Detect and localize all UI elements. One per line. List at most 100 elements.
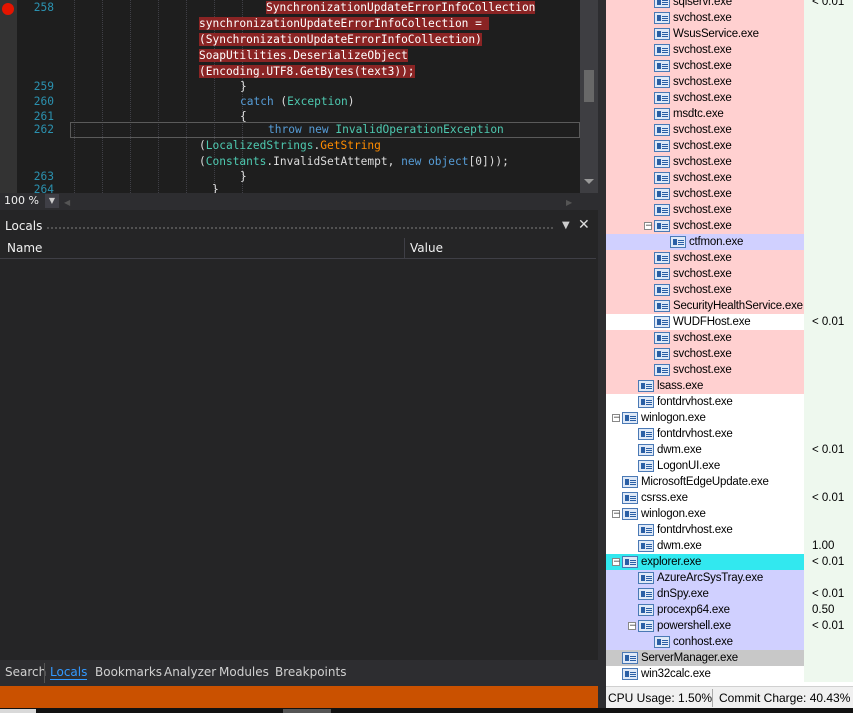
cpu-value: < 0.01: [804, 490, 853, 506]
console-icon: [654, 636, 670, 648]
process-row[interactable]: svchost.exe: [606, 10, 853, 26]
process-row[interactable]: − explorer.exe < 0.01: [606, 554, 853, 570]
process-row[interactable]: − winlogon.exe: [606, 506, 853, 522]
code-line: SoapUtilities.DeserializeObject: [199, 48, 408, 64]
process-row[interactable]: WUDFHost.exe < 0.01: [606, 314, 853, 330]
folder-icon: [622, 556, 638, 568]
scrollbar-thumb[interactable]: [584, 70, 594, 102]
process-row[interactable]: svchost.exe: [606, 58, 853, 74]
cpu-value: [804, 266, 853, 282]
process-row[interactable]: AzureArcSysTray.exe: [606, 570, 853, 586]
process-row[interactable]: svchost.exe: [606, 330, 853, 346]
breakpoint-gutter[interactable]: [0, 0, 17, 193]
locals-column-headers: Name Value: [0, 238, 596, 259]
tab-analyzer[interactable]: Analyzer: [164, 665, 216, 679]
process-row[interactable]: svchost.exe: [606, 138, 853, 154]
bottom-tool-tabs: Search Locals Bookmarks Analyzer Modules…: [0, 660, 598, 686]
scroll-right-arrow-icon[interactable]: ▶: [566, 198, 572, 207]
process-row[interactable]: win32calc.exe: [606, 666, 853, 682]
process-row[interactable]: svchost.exe: [606, 154, 853, 170]
process-row[interactable]: svchost.exe: [606, 362, 853, 378]
locals-list[interactable]: [0, 259, 598, 660]
tree-collapse-icon[interactable]: −: [628, 622, 637, 631]
process-row[interactable]: svchost.exe: [606, 170, 853, 186]
cpu-value: [804, 634, 853, 650]
azure-icon: [638, 572, 654, 584]
process-row[interactable]: svchost.exe: [606, 122, 853, 138]
process-name: svchost.exe: [673, 140, 732, 152]
process-row[interactable]: − winlogon.exe: [606, 410, 853, 426]
cpu-value: [804, 570, 853, 586]
process-row[interactable]: svchost.exe: [606, 74, 853, 90]
process-explorer-tree[interactable]: sqlservr.exe < 0.01 svchost.exe WsusService…: [606, 0, 853, 686]
process-row[interactable]: svchost.exe: [606, 266, 853, 282]
process-row[interactable]: dwm.exe 1.00: [606, 538, 853, 554]
breakpoint-icon[interactable]: [2, 3, 14, 15]
process-row[interactable]: LogonUI.exe: [606, 458, 853, 474]
tab-locals[interactable]: Locals: [50, 665, 88, 680]
panel-menu-icon[interactable]: ▼: [562, 220, 570, 231]
process-row[interactable]: ServerManager.exe: [606, 650, 853, 666]
process-row[interactable]: sqlservr.exe < 0.01: [606, 0, 853, 10]
commit-charge: Commit Charge: 40.43%: [719, 691, 851, 705]
taskbar-item[interactable]: [0, 709, 36, 713]
process-row[interactable]: lsass.exe: [606, 378, 853, 394]
process-row[interactable]: svchost.exe: [606, 90, 853, 106]
process-row[interactable]: fontdrvhost.exe: [606, 394, 853, 410]
app-icon: [638, 540, 654, 552]
code-editor[interactable]: 258 SynchronizationUpdateErrorInfoCollect…: [0, 0, 598, 193]
cpu-value: [804, 378, 853, 394]
cpu-value: [804, 122, 853, 138]
edge-update-icon: [622, 476, 638, 488]
process-row[interactable]: fontdrvhost.exe: [606, 426, 853, 442]
app-icon: [654, 284, 670, 296]
tree-collapse-icon[interactable]: −: [612, 414, 621, 423]
process-row[interactable]: msdtc.exe: [606, 106, 853, 122]
process-row[interactable]: − powershell.exe < 0.01: [606, 618, 853, 634]
tree-collapse-icon[interactable]: −: [644, 222, 653, 231]
cpu-value: [804, 42, 853, 58]
window-divider: [598, 0, 606, 708]
process-row[interactable]: MicrosoftEdgeUpdate.exe: [606, 474, 853, 490]
process-row[interactable]: conhost.exe: [606, 634, 853, 650]
process-row[interactable]: fontdrvhost.exe: [606, 522, 853, 538]
tab-search[interactable]: Search: [5, 665, 46, 679]
process-name: AzureArcSysTray.exe: [657, 572, 764, 584]
tab-modules[interactable]: Modules: [219, 665, 269, 679]
process-row[interactable]: procexp64.exe 0.50: [606, 602, 853, 618]
process-row[interactable]: svchost.exe: [606, 202, 853, 218]
scroll-down-arrow-icon[interactable]: [584, 179, 594, 184]
line-number: 264: [33, 183, 54, 193]
panel-grip[interactable]: [46, 226, 554, 230]
cpu-value: [804, 138, 853, 154]
process-row[interactable]: svchost.exe: [606, 346, 853, 362]
process-row[interactable]: ctfmon.exe: [606, 234, 853, 250]
process-row[interactable]: SecurityHealthService.exe: [606, 298, 853, 314]
process-row[interactable]: svchost.exe: [606, 250, 853, 266]
process-row[interactable]: svchost.exe: [606, 42, 853, 58]
tree-collapse-icon[interactable]: −: [612, 558, 621, 567]
code-token: }: [240, 80, 247, 93]
tree-collapse-icon[interactable]: −: [612, 510, 621, 519]
zoom-level[interactable]: 100 %: [4, 194, 39, 207]
cpu-value: [804, 218, 853, 234]
zoom-dropdown-icon[interactable]: ▼: [45, 194, 59, 208]
column-value-header[interactable]: Value: [410, 241, 443, 255]
tab-bookmarks[interactable]: Bookmarks: [95, 665, 162, 679]
code-line: (Encoding.UTF8.GetBytes(text3));: [199, 64, 415, 80]
process-name: svchost.exe: [673, 332, 732, 344]
process-row[interactable]: svchost.exe: [606, 186, 853, 202]
process-row[interactable]: − svchost.exe: [606, 218, 853, 234]
process-row[interactable]: csrss.exe < 0.01: [606, 490, 853, 506]
process-name: svchost.exe: [673, 44, 732, 56]
code-token: (: [273, 95, 288, 108]
tab-breakpoints[interactable]: Breakpoints: [275, 665, 346, 679]
taskbar-item[interactable]: [283, 709, 331, 713]
column-name-header[interactable]: Name: [7, 241, 42, 255]
scroll-left-arrow-icon[interactable]: ◀: [64, 198, 70, 207]
process-row[interactable]: dwm.exe < 0.01: [606, 442, 853, 458]
process-row[interactable]: svchost.exe: [606, 282, 853, 298]
process-row[interactable]: WsusService.exe: [606, 26, 853, 42]
process-row[interactable]: dnSpy.exe < 0.01: [606, 586, 853, 602]
close-icon[interactable]: ✕: [578, 217, 590, 233]
